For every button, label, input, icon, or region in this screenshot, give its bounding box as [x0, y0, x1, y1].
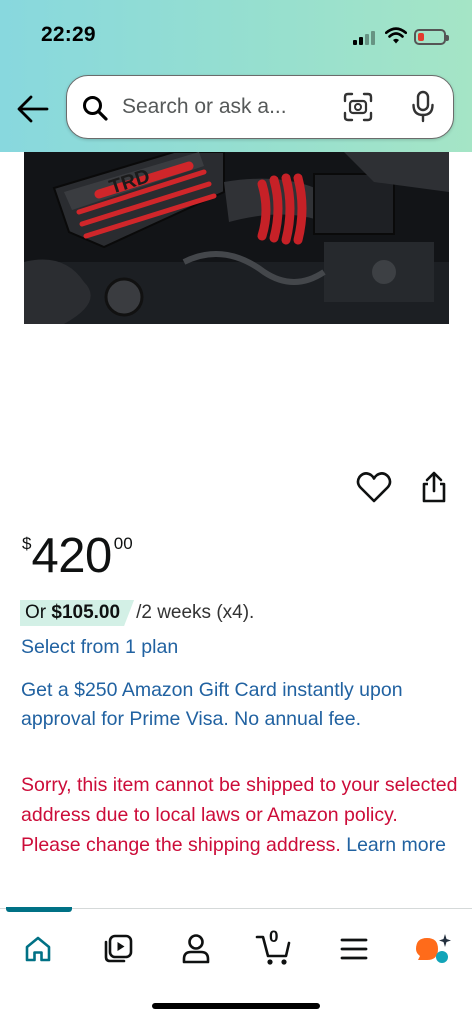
shipping-restriction-warning: Sorry, this item cannot be shipped to yo…: [21, 770, 461, 860]
cart-count-badge: 0: [269, 927, 279, 946]
select-plan-link[interactable]: Select from 1 plan: [21, 636, 178, 659]
product-image[interactable]: TRD: [24, 152, 449, 324]
installment-offer: Or $105.00 /2 weeks (x4).: [20, 600, 254, 626]
status-time: 22:29: [41, 23, 96, 46]
price-currency-symbol: $: [22, 534, 32, 553]
account-icon: [182, 934, 210, 964]
tab-video[interactable]: [88, 929, 148, 969]
search-bar[interactable]: [66, 75, 454, 139]
price-whole: 420: [31, 529, 112, 583]
engine-intake-illustration: TRD: [24, 152, 449, 324]
installment-amount: $105.00: [51, 602, 121, 623]
share-icon[interactable]: [419, 470, 449, 504]
cellular-signal-icon: [353, 31, 377, 45]
tab-menu[interactable]: [324, 929, 384, 969]
tab-assistant[interactable]: [402, 929, 462, 969]
battery-icon: [414, 29, 449, 45]
status-bar: 22:29: [0, 0, 472, 70]
tab-home[interactable]: [8, 929, 68, 969]
camera-lens-icon[interactable]: [343, 92, 373, 122]
heart-icon[interactable]: [356, 470, 392, 504]
microphone-icon[interactable]: [411, 90, 435, 124]
back-arrow-icon[interactable]: [16, 94, 50, 124]
search-input[interactable]: [122, 76, 332, 138]
menu-icon: [340, 938, 368, 960]
active-tab-indicator: [6, 907, 72, 912]
installment-badge: Or $105.00: [20, 600, 134, 626]
price: $ 420 00: [22, 528, 133, 584]
installment-prefix: Or: [25, 602, 52, 623]
prime-visa-promo-link[interactable]: Get a $250 Amazon Gift Card instantly up…: [21, 676, 446, 734]
installment-term: /2 weeks (x4).: [136, 602, 255, 623]
tab-account[interactable]: [166, 929, 226, 969]
top-header: 22:29: [0, 0, 472, 152]
video-icon: [104, 934, 133, 963]
assistant-icon: [416, 934, 451, 963]
home-icon: [25, 936, 51, 962]
tab-cart[interactable]: 0: [244, 927, 304, 969]
wifi-icon: [385, 27, 407, 44]
home-indicator[interactable]: [152, 1003, 320, 1009]
price-fraction: 00: [113, 534, 133, 553]
search-icon: [83, 96, 108, 121]
learn-more-link[interactable]: Learn more: [346, 834, 446, 856]
battery-level: [418, 33, 424, 41]
